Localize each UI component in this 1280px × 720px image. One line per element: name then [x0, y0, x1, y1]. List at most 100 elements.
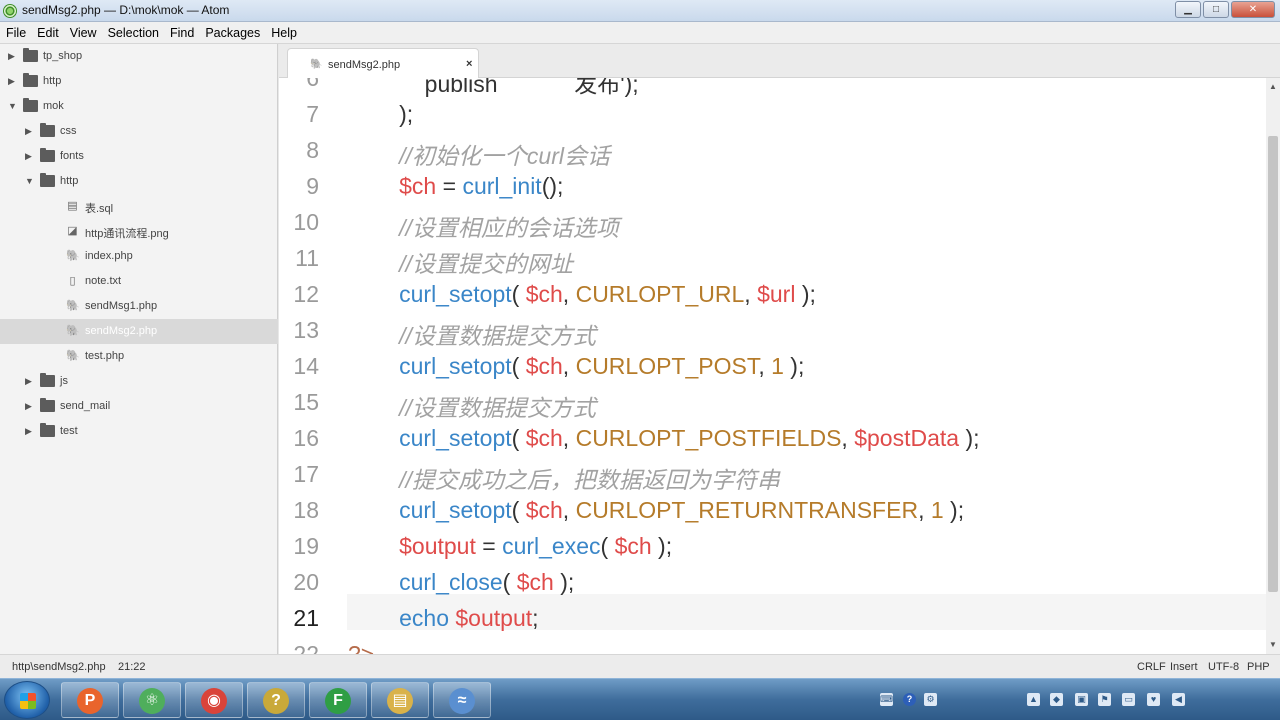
menu-find[interactable]: Find — [166, 26, 198, 40]
tree-item-http-png[interactable]: ◪ http通讯流程.png — [0, 219, 278, 244]
tree-item-sendmsg1-php[interactable]: 🐘 sendMsg1.php — [0, 294, 278, 319]
code-line[interactable]: $output = curl_exec( $ch ); — [348, 533, 672, 569]
scroll-down-icon[interactable]: ▼ — [1269, 640, 1277, 649]
menu-packages[interactable]: Packages — [201, 26, 264, 40]
status-grammar[interactable]: PHP — [1247, 661, 1270, 673]
scrollbar-thumb[interactable] — [1268, 136, 1278, 592]
status-cursor-position[interactable]: 21:22 — [118, 661, 146, 673]
chevron-right-icon[interactable]: ▶ — [8, 50, 18, 62]
tray-volume-icon[interactable]: ◀ — [1172, 693, 1185, 706]
code-line[interactable]: curl_close( $ch ); — [348, 569, 574, 605]
line-number: 9 — [306, 173, 319, 199]
code-line[interactable]: curl_setopt( $ch, CURLOPT_RETURNTRANSFER… — [348, 497, 964, 533]
code-line[interactable]: publish 发布'); — [348, 78, 639, 101]
code-line[interactable]: echo $output; — [348, 605, 538, 641]
tree-item-mok[interactable]: ▼ mok — [0, 94, 278, 119]
line-number: 10 — [293, 209, 319, 235]
help-app-button[interactable]: ? — [247, 682, 305, 718]
code-line[interactable]: curl_setopt( $ch, CURLOPT_URL, $url ); — [348, 281, 816, 317]
tray-help-icon[interactable]: ? — [903, 693, 916, 706]
chrome-app-button[interactable]: ◉ — [185, 682, 243, 718]
code-line[interactable]: //设置数据提交方式 — [348, 389, 596, 425]
php-file-icon: 🐘 — [66, 300, 80, 312]
code-line[interactable]: //提交成功之后，把数据返回为字符串 — [348, 461, 780, 497]
explorer-app-button[interactable]: ▤ — [371, 682, 429, 718]
tab-sendmsg2[interactable]: 🐘 sendMsg2.php × — [287, 48, 479, 79]
tree-item-fonts[interactable]: ▶ fonts — [0, 144, 278, 169]
menu-selection[interactable]: Selection — [104, 26, 163, 40]
tree-item-note-txt[interactable]: ▯ note.txt — [0, 269, 278, 294]
media-app-button[interactable]: ≈ — [433, 682, 491, 718]
scroll-up-icon[interactable]: ▲ — [1269, 82, 1277, 91]
chevron-right-icon[interactable]: ▶ — [25, 400, 35, 412]
status-encoding[interactable]: UTF-8 — [1208, 661, 1239, 673]
line-number: 8 — [306, 137, 319, 163]
menu-edit[interactable]: Edit — [33, 26, 63, 40]
tree-item-send-mail[interactable]: ▶ send_mail — [0, 394, 278, 419]
code-line[interactable]: //初始化一个curl会话 — [348, 137, 610, 173]
menu-help[interactable]: Help — [267, 26, 301, 40]
tree-item-js[interactable]: ▶ js — [0, 369, 278, 394]
tree-item-sendmsg2-php[interactable]: 🐘 sendMsg2.php — [0, 319, 278, 344]
tree-item-tp-shop[interactable]: ▶ tp_shop — [0, 44, 278, 69]
chevron-right-icon[interactable]: ▶ — [25, 150, 35, 162]
editor-scrollbar[interactable]: ▲ ▼ — [1266, 78, 1280, 654]
tree-item-http[interactable]: ▼ http — [0, 169, 278, 194]
tray-cube-icon[interactable]: ◆ — [1050, 693, 1063, 706]
flow-app-button[interactable]: F — [309, 682, 367, 718]
tree-item-index-php[interactable]: 🐘 index.php — [0, 244, 278, 269]
code-line[interactable]: ); — [348, 101, 413, 137]
code-line[interactable]: //设置提交的网址 — [348, 245, 573, 281]
minimize-button[interactable]: ▁ — [1175, 1, 1201, 18]
menu-view[interactable]: View — [66, 26, 101, 40]
tree-item-http[interactable]: ▶ http — [0, 69, 278, 94]
tray-flag-icon[interactable]: ⚑ — [1098, 693, 1111, 706]
tree-item-test-php[interactable]: 🐘 test.php — [0, 344, 278, 369]
code-line[interactable]: $ch = curl_init(); — [348, 173, 563, 209]
tray-network-icon[interactable]: ▲ — [1027, 693, 1040, 706]
chevron-right-icon[interactable]: ▶ — [25, 425, 35, 437]
atom-app-button[interactable]: ⚛ — [123, 682, 181, 718]
start-button[interactable] — [4, 681, 50, 719]
menu-file[interactable]: File — [2, 26, 30, 40]
php-file-icon: 🐘 — [66, 325, 80, 337]
image-file-icon: ◪ — [67, 225, 78, 237]
tray-shield-icon[interactable]: ♥ — [1147, 693, 1160, 706]
chevron-right-icon[interactable]: ▶ — [25, 375, 35, 387]
database-icon: ▤ — [67, 200, 78, 212]
tray-monitor-icon[interactable]: ▭ — [1122, 693, 1135, 706]
code-line[interactable]: //设置相应的会话选项 — [348, 209, 619, 245]
chevron-right-icon[interactable]: ▶ — [8, 75, 18, 87]
tree-item-label: fonts — [60, 150, 84, 162]
tree-item-label: test — [60, 425, 78, 437]
tree-item--sql[interactable]: ▤ 表.sql — [0, 194, 278, 219]
window-title: sendMsg2.php — D:\mok\mok — Atom — [22, 3, 230, 17]
tab-label: sendMsg2.php — [328, 59, 401, 71]
line-number: 22 — [293, 641, 319, 654]
maximize-button[interactable]: □ — [1203, 1, 1229, 18]
status-file-path[interactable]: http\sendMsg2.php — [12, 661, 106, 673]
tree-item-test[interactable]: ▶ test — [0, 419, 278, 444]
window-title-bar: sendMsg2.php — D:\mok\mok — Atom ▁ □ ✕ — [0, 0, 1280, 22]
chevron-down-icon[interactable]: ▼ — [25, 175, 35, 187]
tray-settings-icon[interactable]: ⚙ — [924, 693, 937, 706]
code-line[interactable]: ?> — [348, 641, 374, 654]
code-line[interactable]: curl_setopt( $ch, CURLOPT_POSTFIELDS, $p… — [348, 425, 979, 461]
chevron-right-icon[interactable]: ▶ — [25, 125, 35, 137]
tray-display-icon[interactable]: ▣ — [1075, 693, 1088, 706]
line-number: 11 — [295, 245, 319, 271]
code-line[interactable]: //设置数据提交方式 — [348, 317, 596, 353]
text-file-icon: ▯ — [69, 275, 76, 287]
close-window-button[interactable]: ✕ — [1231, 1, 1275, 18]
tray-keyboard-icon[interactable]: ⌨ — [880, 693, 893, 706]
folder-icon — [40, 398, 55, 412]
code-editor[interactable]: 6 7 8 9 10 11 12 13 14 15 16 17 18 19 20 21 22 publish 发… — [279, 78, 1266, 654]
code-line[interactable]: curl_setopt( $ch, CURLOPT_POST, 1 ); — [348, 353, 804, 389]
windows-logo-icon — [20, 693, 36, 709]
folder-icon — [40, 373, 55, 387]
status-line-ending[interactable]: CRLF — [1137, 661, 1166, 673]
presentation-app-button[interactable]: P — [61, 682, 119, 718]
tab-close-button[interactable]: × — [466, 58, 472, 70]
chevron-down-icon[interactable]: ▼ — [8, 100, 18, 112]
tree-item-css[interactable]: ▶ css — [0, 119, 278, 144]
